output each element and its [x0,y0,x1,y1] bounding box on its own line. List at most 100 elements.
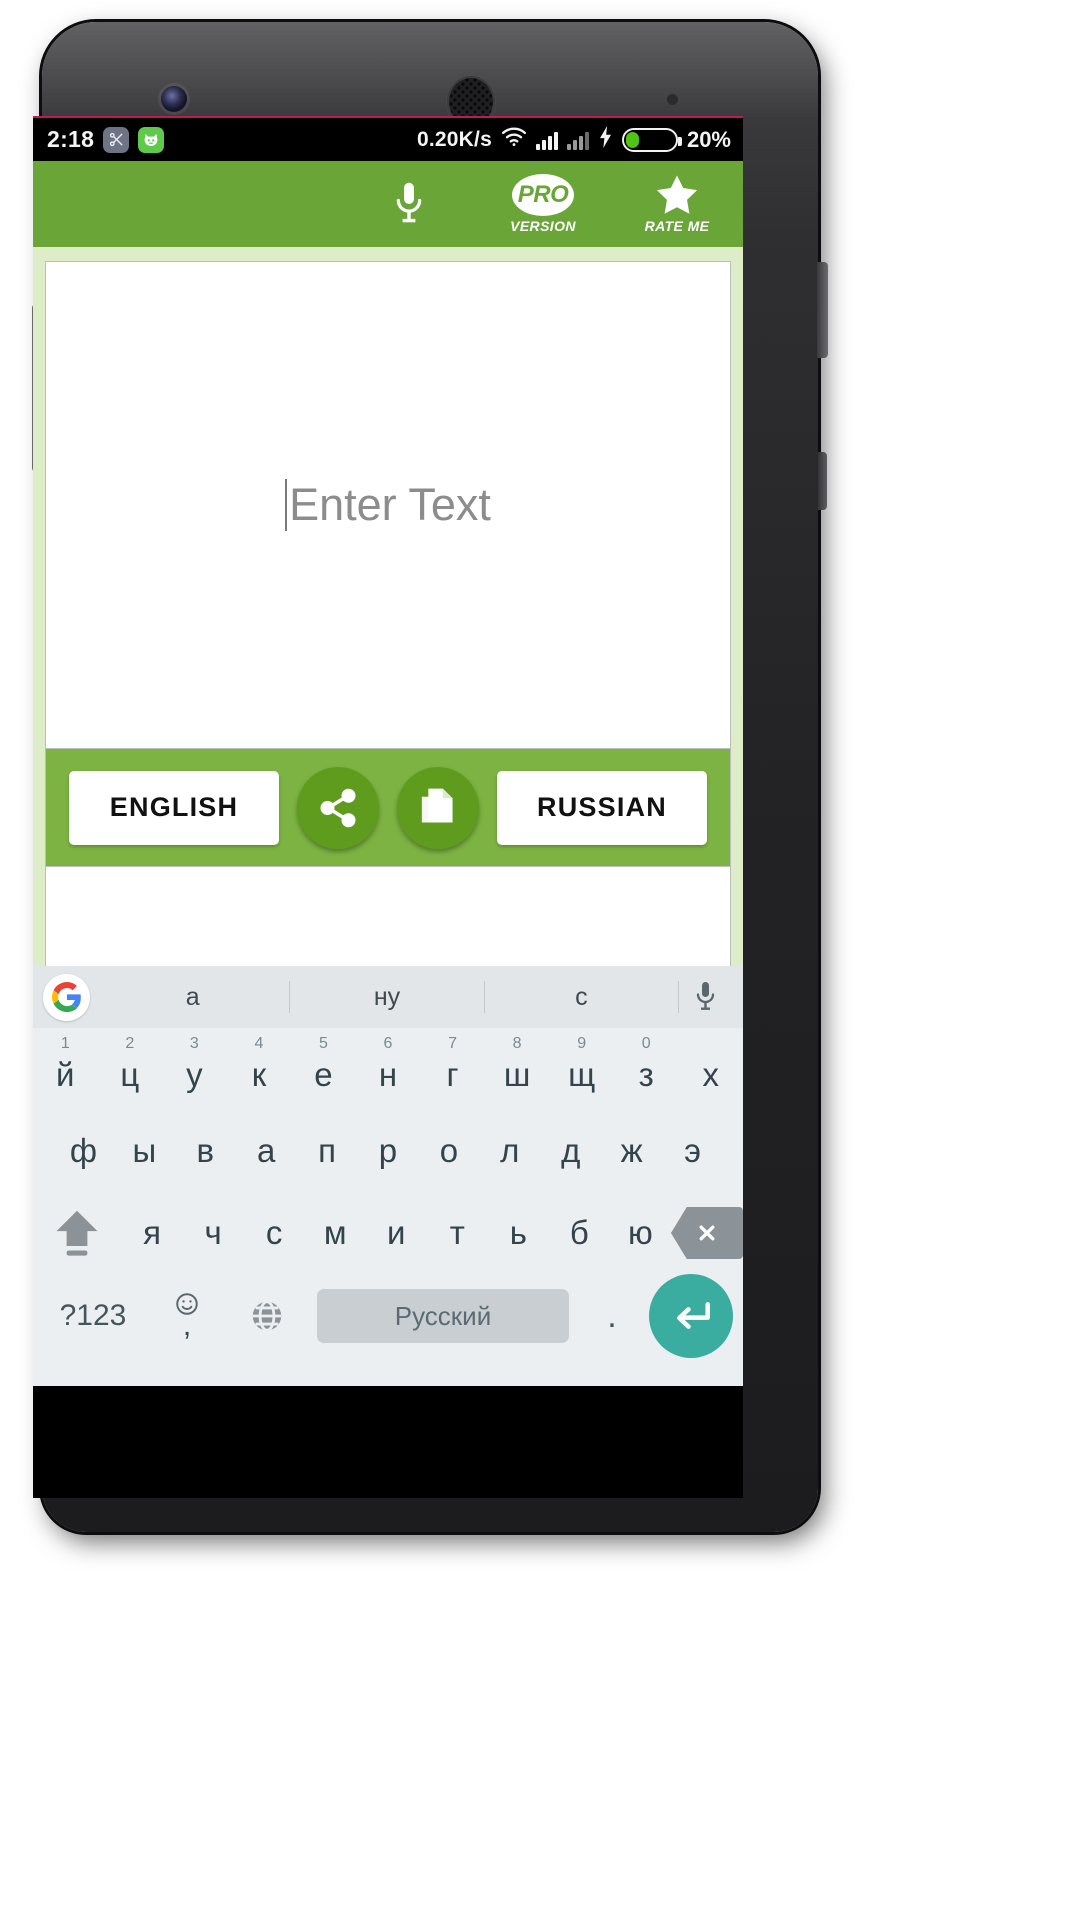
key-ts[interactable]: 2ц [98,1028,163,1110]
key-label: ц [120,1056,140,1093]
pro-version-button[interactable]: PRO VERSION [497,174,589,234]
key-label: у [186,1056,203,1093]
key-o[interactable]: о [418,1110,479,1192]
text-input-card[interactable]: Enter Text [45,261,731,749]
key-p[interactable]: п [297,1110,358,1192]
copy-button[interactable] [397,766,479,849]
period-key[interactable]: . [579,1297,645,1336]
shift-key[interactable] [33,1192,122,1274]
backspace-delete-icon [670,1207,743,1259]
key-hint: 6 [383,1035,393,1052]
key-label: м [323,1214,347,1251]
suggestion-item-1[interactable]: а [96,981,291,1013]
key-label: ь [509,1214,527,1251]
key-ch[interactable]: ч [183,1192,244,1274]
proximity-sensor-icon [667,94,678,105]
star-icon [656,175,698,214]
voice-input-button[interactable] [363,181,455,227]
key-f[interactable]: ф [53,1110,114,1192]
key-label: ш [503,1056,531,1093]
key-y[interactable]: 1й [33,1028,98,1110]
key-n[interactable]: 6н [356,1028,421,1110]
google-logo-icon[interactable] [43,973,90,1021]
power-button[interactable] [817,262,828,358]
key-label: ю [628,1214,653,1251]
key-label: к [251,1056,267,1093]
status-bar-right: 0.20K/s 20% [417,126,731,153]
key-label: п [318,1132,337,1169]
symbols-key[interactable]: ?123 [39,1299,147,1333]
key-ya[interactable]: я [122,1192,183,1274]
target-language-button[interactable]: RUSSIAN [497,770,707,845]
signal-bars-icon-2 [566,130,589,150]
keyboard-row-1: 1й 2ц 3у 4к 5е 6н 7г 8ш 9щ 0з х [33,1028,743,1110]
emoji-comma-key[interactable]: , [149,1291,225,1341]
key-hint: 5 [319,1035,328,1052]
language-selector-bar: ENGLISH RUSSIAN [45,749,731,867]
key-r[interactable]: р [358,1110,419,1192]
key-label: л [500,1132,520,1169]
status-bar: 2:18 0.20K/s 20% [33,116,743,161]
key-b[interactable]: б [549,1192,610,1274]
key-hint: 0 [641,1035,651,1052]
key-label: и [387,1214,406,1251]
key-z[interactable]: 0з [614,1028,679,1110]
battery-fill [625,131,640,148]
rate-me-button[interactable]: RATE ME [631,174,723,234]
key-shch[interactable]: 9щ [549,1028,614,1110]
key-hint: 1 [60,1035,70,1052]
key-u[interactable]: 3у [162,1028,227,1110]
share-icon [320,788,356,827]
key-a[interactable]: а [236,1110,297,1192]
editor-placeholder-wrap: Enter Text [285,479,491,531]
key-kh[interactable]: х [678,1028,743,1110]
share-button[interactable] [297,766,379,849]
keyboard-row-bottom: ?123 , Русский . [33,1274,743,1358]
key-t[interactable]: т [427,1192,488,1274]
copy-icon [421,788,453,823]
key-label: я [143,1214,161,1251]
spacebar-key[interactable]: Русский [317,1289,569,1343]
charging-bolt-icon [598,126,613,153]
key-i[interactable]: и [366,1192,427,1274]
key-label: ы [132,1132,157,1169]
key-yeru[interactable]: ы [114,1110,175,1192]
device-chin [33,1386,743,1498]
source-language-button[interactable]: ENGLISH [69,770,279,845]
key-d[interactable]: д [540,1110,601,1192]
enter-key[interactable] [649,1274,733,1358]
key-label: е [314,1056,333,1093]
key-soft-sign[interactable]: ь [488,1192,549,1274]
key-l[interactable]: л [479,1110,540,1192]
key-sh[interactable]: 8ш [485,1028,550,1110]
secondary-side-button[interactable] [818,452,827,510]
key-label: щ [568,1056,596,1093]
enter-text-placeholder: Enter Text [289,479,491,530]
key-e[interactable]: 5е [291,1028,356,1110]
comma-label: , [182,1309,192,1342]
key-label: н [378,1056,398,1093]
key-m[interactable]: м [305,1192,366,1274]
key-zh[interactable]: ж [601,1110,662,1192]
key-v[interactable]: в [175,1110,236,1192]
suggestion-item-3[interactable]: с [485,981,679,1013]
key-label: р [378,1132,398,1169]
key-eh[interactable]: э [662,1110,723,1192]
key-label: ж [620,1132,643,1169]
key-k[interactable]: 4к [227,1028,292,1110]
keyboard-voice-button[interactable] [679,981,733,1013]
network-speed-text: 0.20K/s [417,127,492,151]
key-hint: 4 [254,1035,264,1052]
key-label: ф [69,1132,98,1169]
backspace-key[interactable] [670,1192,743,1274]
rate-me-label: RATE ME [644,218,710,234]
key-yu[interactable]: ю [610,1192,671,1274]
front-camera-icon [161,86,187,112]
key-s[interactable]: с [244,1192,305,1274]
key-label: з [638,1056,654,1093]
language-switch-key[interactable] [227,1298,307,1334]
battery-percent-text: 20% [686,126,731,152]
pro-badge-label: PRO [512,174,574,216]
key-g[interactable]: 7г [420,1028,485,1110]
suggestion-item-2[interactable]: ну [290,981,485,1013]
